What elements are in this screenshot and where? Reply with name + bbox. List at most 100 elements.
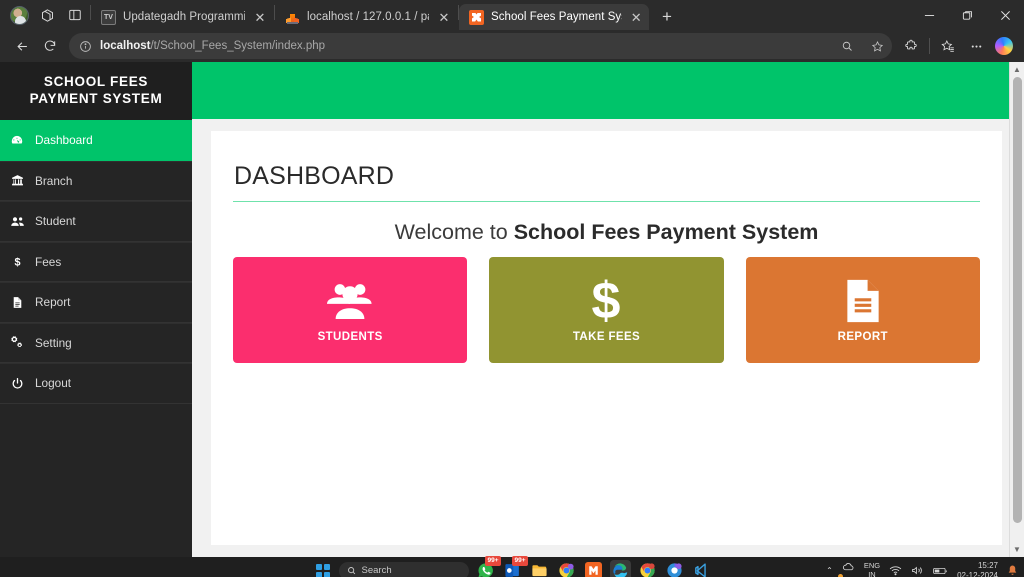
brand-line-1: SCHOOL FEES — [44, 74, 148, 91]
tab-strip: TV Updategadh Programming - Upd ✕ localh… — [0, 0, 1024, 30]
url-host: localhost — [100, 40, 150, 52]
taskbar-app-vs-code[interactable] — [691, 560, 712, 577]
browser-toolbar: localhost/t/School_Fees_System/index.php — [0, 30, 1024, 62]
welcome-heading: Welcome to School Fees Payment System — [233, 220, 980, 245]
battery-icon[interactable] — [933, 566, 948, 576]
sidebar-item-label: Dashboard — [35, 133, 93, 147]
taskbar-app-school-fees[interactable] — [583, 560, 604, 577]
sidebar-item-logout[interactable]: Logout — [0, 363, 192, 404]
close-icon[interactable]: ✕ — [436, 9, 452, 25]
search-icon — [347, 566, 356, 575]
star-icon[interactable] — [866, 33, 888, 59]
phpmyadmin-icon — [285, 10, 300, 25]
puzzle-icon[interactable] — [898, 33, 924, 59]
tile-students[interactable]: STUDENTS — [233, 257, 467, 363]
browser-tab-2[interactable]: localhost / 127.0.0.1 / paysystem ✕ — [275, 4, 458, 30]
clock[interactable]: 15:27 02-12-2024 — [957, 561, 998, 577]
taskbar-app-file-explorer[interactable] — [529, 560, 550, 577]
close-icon[interactable]: ✕ — [252, 9, 268, 25]
scrollbar-thumb[interactable] — [1013, 77, 1022, 523]
refresh-button[interactable] — [37, 33, 63, 59]
sidebar-item-student[interactable]: Student — [0, 201, 192, 242]
search-input[interactable]: Search — [339, 562, 469, 577]
tile-label: REPORT — [838, 331, 888, 343]
windows-taskbar: Search 99+ 99+ — [0, 557, 1024, 577]
welcome-strong: School Fees Payment System — [514, 220, 819, 244]
taskbar-app-outlook[interactable]: 99+ — [502, 560, 523, 577]
window-controls — [910, 0, 1024, 30]
system-tray: ⌃ ENG IN 15:27 02-12-2024 — [826, 561, 1018, 577]
wifi-icon[interactable] — [889, 565, 902, 576]
badge-count: 99+ — [512, 556, 527, 566]
language-indicator[interactable]: ENG IN — [864, 562, 880, 577]
taskbar-app-chrome-profile-a[interactable] — [556, 560, 577, 577]
tab-actions-icon[interactable] — [62, 2, 88, 28]
taskbar-app-edge[interactable] — [610, 560, 631, 577]
app-brand: SCHOOL FEES PAYMENT SYSTEM — [0, 62, 192, 120]
address-bar[interactable]: localhost/t/School_Fees_System/index.php — [69, 33, 892, 59]
ellipsis-icon[interactable] — [963, 33, 989, 59]
welcome-prefix: Welcome to — [395, 220, 514, 244]
tile-take-fees[interactable]: $ TAKE FEES — [489, 257, 723, 363]
file-icon — [9, 296, 25, 309]
users-icon — [9, 214, 25, 229]
browser-tab-1[interactable]: TV Updategadh Programming - Upd ✕ — [91, 4, 274, 30]
start-icon[interactable] — [313, 561, 333, 577]
tile-label: TAKE FEES — [573, 331, 640, 343]
tab-title: localhost / 127.0.0.1 / paysystem — [307, 11, 429, 23]
new-tab-button[interactable]: + — [653, 4, 681, 30]
page-scrollbar[interactable]: ▲ ▼ — [1009, 62, 1024, 557]
tile-label: STUDENTS — [318, 331, 383, 343]
sidebar-item-label: Logout — [35, 376, 71, 390]
bell-icon[interactable] — [1007, 565, 1018, 577]
taskbar-app-chrome-beta[interactable] — [664, 560, 685, 577]
onedrive-icon[interactable] — [842, 561, 855, 577]
tab-title: Updategadh Programming - Upd — [123, 11, 245, 23]
bank-icon — [9, 174, 25, 187]
profile-avatar[interactable] — [6, 2, 32, 28]
browser-chrome: TV Updategadh Programming - Upd ✕ localh… — [0, 0, 1024, 62]
search-icon[interactable] — [836, 33, 858, 59]
sidebar-item-dashboard[interactable]: Dashboard — [0, 120, 192, 161]
collections-icon[interactable] — [935, 33, 961, 59]
scroll-down-arrow[interactable]: ▼ — [1010, 542, 1024, 557]
page-title: DASHBOARD — [233, 153, 980, 201]
sidebar-item-label: Setting — [35, 336, 72, 350]
browser-tab-3[interactable]: School Fees Payment System ✕ — [459, 4, 649, 30]
content-body: DASHBOARD Welcome to School Fees Payment… — [192, 119, 1024, 557]
maximize-button[interactable] — [948, 0, 986, 30]
tray-overflow-icon[interactable]: ⌃ — [826, 566, 833, 575]
tile-report[interactable]: REPORT — [746, 257, 980, 363]
site-info-icon[interactable] — [79, 40, 92, 53]
title-divider — [233, 201, 980, 202]
url-path: /t/School_Fees_System/index.php — [150, 40, 325, 52]
minimize-button[interactable] — [910, 0, 948, 30]
chrome-left-icons — [4, 0, 90, 30]
close-icon[interactable]: ✕ — [629, 9, 643, 25]
sidebar-item-setting[interactable]: Setting — [0, 323, 192, 364]
sidebar-item-report[interactable]: Report — [0, 282, 192, 323]
dollar-icon: $ — [9, 255, 25, 268]
taskbar-app-whatsapp[interactable]: 99+ — [475, 560, 496, 577]
scroll-up-arrow[interactable]: ▲ — [1010, 62, 1024, 77]
page-viewport: SCHOOL FEES PAYMENT SYSTEM Dashboard Bra… — [0, 62, 1024, 557]
clock-date: 02-12-2024 — [957, 571, 998, 577]
users-group-icon — [327, 278, 373, 324]
app-content: DASHBOARD Welcome to School Fees Payment… — [192, 62, 1024, 557]
toolbar-divider — [929, 38, 930, 54]
back-button[interactable] — [9, 33, 35, 59]
sidebar-item-label: Branch — [35, 174, 72, 188]
volume-icon[interactable] — [911, 565, 924, 576]
language-line-2: IN — [864, 571, 880, 577]
tab-title: School Fees Payment System — [491, 11, 622, 23]
tv-icon: TV — [101, 10, 116, 25]
close-button[interactable] — [986, 0, 1024, 30]
dashboard-tiles: STUDENTS $ TAKE FEES — [233, 257, 980, 363]
workspaces-icon[interactable] — [34, 2, 60, 28]
sidebar-item-fees[interactable]: $ Fees — [0, 242, 192, 283]
taskbar-app-chrome-profile-b[interactable] — [637, 560, 658, 577]
copilot-icon[interactable] — [991, 33, 1017, 59]
sidebar-item-branch[interactable]: Branch — [0, 161, 192, 202]
sidebar-item-label: Fees — [35, 255, 61, 269]
app-topbar — [192, 62, 1024, 119]
